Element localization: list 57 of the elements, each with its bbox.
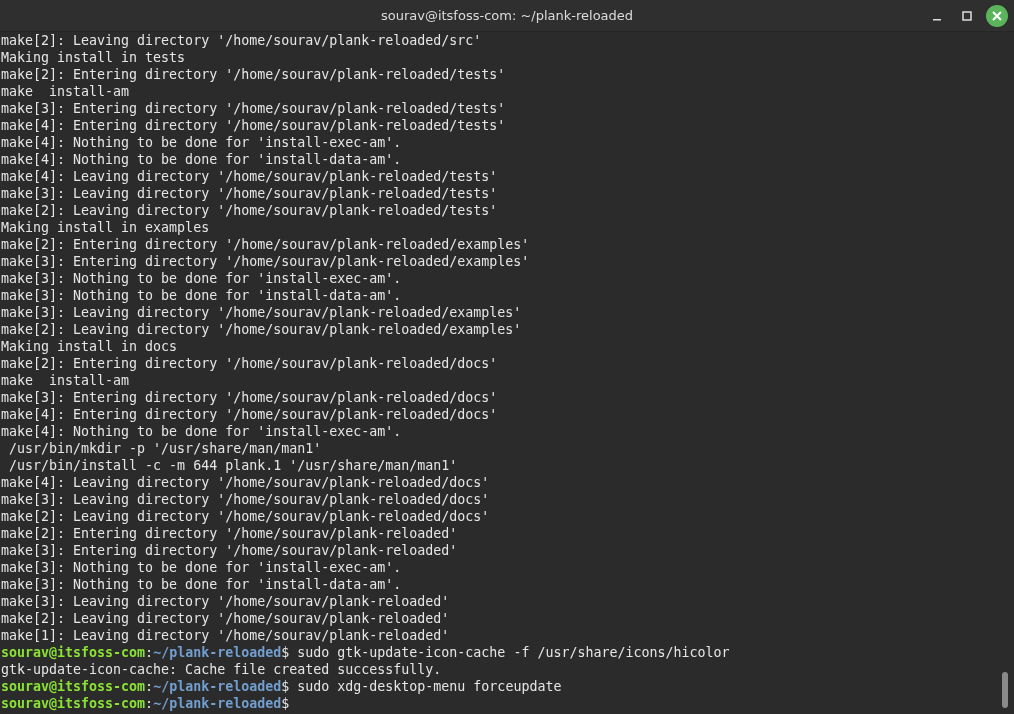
terminal-line: gtk-update-icon-cache: Cache file created successfully. (1, 661, 443, 678)
terminal-line: Making install in examples (1, 219, 211, 236)
prompt-symbol: $ (281, 679, 290, 694)
terminal-line: Making install in tests (1, 49, 187, 66)
terminal-line: make[2]: Leaving directory '/home/sourav/plank-reloaded/src' (1, 32, 483, 49)
command-text: sudo gtk-update-icon-cache -f /usr/share/icons/hicolor (296, 645, 730, 660)
terminal-line: make[3]: Nothing to be done for 'install-exec-am'. (1, 559, 403, 576)
terminal-line: Making install in docs (1, 338, 179, 355)
terminal-line: make[3]: Entering directory '/home/sourav/plank-reloaded/examples' (1, 253, 531, 270)
terminal-line: make[2]: Leaving directory '/home/sourav/plank-reloaded' (1, 610, 451, 627)
terminal-line: make install-am (1, 372, 131, 389)
terminal-line: make[4]: Leaving directory '/home/sourav/plank-reloaded/tests' (1, 168, 499, 185)
terminal-line: make[4]: Nothing to be done for 'install-exec-am'. (1, 134, 403, 151)
maximize-icon (962, 11, 972, 21)
terminal-line: make[2]: Entering directory '/home/sourav/plank-reloaded/examples' (1, 236, 531, 253)
scrollbar[interactable] (1002, 672, 1008, 708)
terminal-line: make[2]: Leaving directory '/home/sourav/plank-reloaded/docs' (1, 508, 491, 525)
terminal-line: make[3]: Entering directory '/home/sourav/plank-reloaded' (1, 542, 459, 559)
terminal-line: make[3]: Leaving directory '/home/sourav/plank-reloaded' (1, 593, 451, 610)
terminal-line: make[1]: Leaving directory '/home/sourav/plank-reloaded' (1, 627, 451, 644)
terminal-line: make[3]: Entering directory '/home/sourav/plank-reloaded/docs' (1, 389, 499, 406)
prompt-separator: : (145, 645, 154, 660)
prompt-separator: : (145, 679, 154, 694)
terminal-line: make[3]: Nothing to be done for 'install-data-am'. (1, 576, 403, 593)
terminal-line: make[4]: Leaving directory '/home/sourav/plank-reloaded/docs' (1, 474, 491, 491)
terminal-line: make[4]: Entering directory '/home/sourav/plank-reloaded/docs' (1, 406, 499, 423)
terminal-line: make[3]: Leaving directory '/home/sourav/plank-reloaded/docs' (1, 491, 491, 508)
terminal-line: make[4]: Nothing to be done for 'install-data-am'. (1, 151, 403, 168)
minimize-icon (933, 19, 941, 21)
terminal-line: make[3]: Leaving directory '/home/sourav/plank-reloaded/tests' (1, 185, 499, 202)
prompt-user: sourav@itsfoss-com (1, 679, 146, 694)
terminal-line: make[4]: Nothing to be done for 'install-exec-am'. (1, 423, 403, 440)
prompt-path: ~/plank-reloaded (153, 696, 282, 711)
terminal-line: make[2]: Entering directory '/home/sourav/plank-reloaded' (1, 525, 459, 542)
prompt-user: sourav@itsfoss-com (1, 696, 146, 711)
terminal-line: make[3]: Nothing to be done for 'install-exec-am'. (1, 270, 403, 287)
window-title: sourav@itsfoss-com: ~/plank-reloaded (380, 8, 634, 23)
command-text: sudo xdg-desktop-menu forceupdate (296, 679, 562, 694)
terminal-line: make[3]: Nothing to be done for 'install-data-am'. (1, 287, 403, 304)
prompt-path: ~/plank-reloaded (153, 645, 282, 660)
prompt-separator: : (145, 696, 154, 711)
terminal-line: make[2]: Entering directory '/home/sourav/plank-reloaded/tests' (1, 66, 507, 83)
terminal-line: make[4]: Entering directory '/home/sourav/plank-reloaded/tests' (1, 117, 507, 134)
terminal-line: make install-am (1, 83, 131, 100)
terminal-line: make[2]: Leaving directory '/home/sourav/plank-reloaded/examples' (1, 321, 523, 338)
terminal-line: make[3]: Entering directory '/home/sourav/plank-reloaded/tests' (1, 100, 507, 117)
prompt-path: ~/plank-reloaded (153, 679, 282, 694)
prompt-symbol: $ (281, 696, 290, 711)
terminal-line: make[3]: Leaving directory '/home/sourav/plank-reloaded/examples' (1, 304, 523, 321)
close-icon (992, 11, 1002, 21)
terminal-line: make[2]: Leaving directory '/home/sourav/plank-reloaded/tests' (1, 202, 499, 219)
terminal-line: make[2]: Entering directory '/home/sourav/plank-reloaded/docs' (1, 355, 499, 372)
close-button[interactable] (986, 5, 1008, 27)
prompt-symbol: $ (281, 645, 290, 660)
terminal-line: /usr/bin/mkdir -p '/usr/share/man/man1' (8, 440, 323, 457)
prompt-user: sourav@itsfoss-com (1, 645, 146, 660)
terminal-line: /usr/bin/install -c -m 644 plank.1 '/usr/share/man/man1' (8, 457, 459, 474)
